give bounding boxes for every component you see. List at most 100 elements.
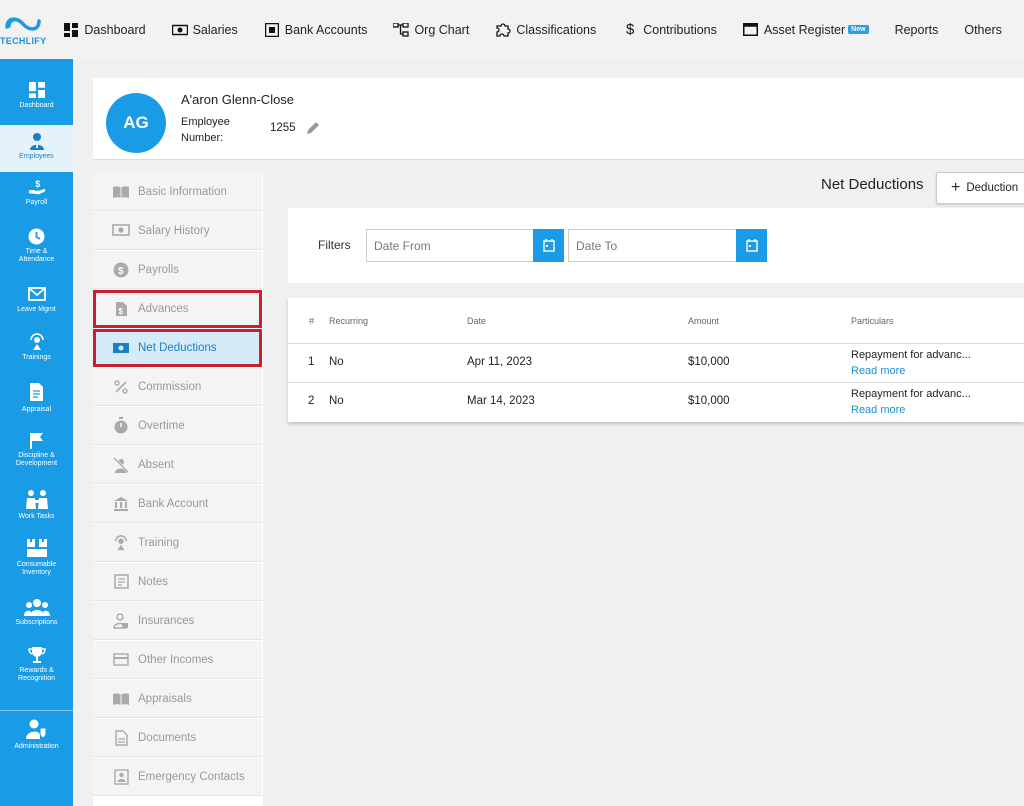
cell-date: Apr 11, 2023 bbox=[467, 356, 533, 368]
submenu-item-commission[interactable]: Commission bbox=[93, 368, 262, 406]
sidebar-item-administration[interactable]: Administration bbox=[0, 718, 73, 751]
edit-pencil-icon[interactable] bbox=[305, 120, 321, 136]
sidebar-item-consumable-inventory[interactable]: Consumable Inventory bbox=[0, 538, 73, 577]
window-icon bbox=[743, 23, 759, 37]
table-row: 1 No Apr 11, 2023 $10,000 Repayment for … bbox=[288, 343, 1024, 382]
submenu-item-overtime[interactable]: Overtime bbox=[93, 407, 262, 445]
document-icon bbox=[112, 729, 130, 746]
contact-icon bbox=[112, 768, 130, 785]
bank-account-icon bbox=[264, 22, 280, 37]
sidebar-label: Time & Attendance bbox=[18, 248, 55, 263]
document-icon bbox=[28, 381, 46, 403]
sidebar-item-dashboard[interactable]: Dashboard bbox=[0, 81, 73, 110]
plus-icon: + bbox=[951, 179, 961, 196]
team-icon bbox=[24, 488, 50, 510]
notes-icon bbox=[112, 574, 130, 590]
new-badge: New bbox=[848, 25, 869, 34]
topnav-label: Asset Register bbox=[763, 22, 846, 37]
date-from-calendar-button[interactable] bbox=[533, 229, 564, 262]
column-header-recurring: Recurring bbox=[329, 316, 369, 326]
sidebar-label: Subscriptions bbox=[15, 619, 58, 626]
submenu-item-net-deductions[interactable]: Net Deductions bbox=[93, 329, 262, 367]
topnav-label: Classifications bbox=[516, 22, 597, 37]
group-icon bbox=[23, 598, 50, 616]
submenu-item-payrolls[interactable]: $ Payrolls bbox=[93, 251, 262, 289]
topnav-bank-accounts[interactable]: Bank Accounts bbox=[264, 22, 367, 37]
cell-number: 2 bbox=[308, 395, 315, 407]
submenu-item-other-incomes[interactable]: Other Incomes bbox=[93, 641, 262, 679]
top-nav-menu: Dashboard Salaries Bank Accounts Org Cha… bbox=[63, 0, 1024, 59]
submenu-label: Emergency Contacts bbox=[138, 770, 245, 783]
clock-icon bbox=[28, 227, 46, 245]
submenu-label: Training bbox=[138, 536, 180, 549]
person-off-icon bbox=[112, 456, 130, 473]
techlify-logo[interactable]: TECHLIFY bbox=[0, 0, 46, 59]
topnav-dashboard[interactable]: Dashboard bbox=[63, 22, 146, 37]
svg-text:$: $ bbox=[118, 266, 124, 277]
date-to-input[interactable]: Date To bbox=[568, 229, 736, 262]
submenu-item-salary-history[interactable]: Salary History bbox=[93, 212, 262, 250]
submenu-item-bank-account[interactable]: Bank Account bbox=[93, 485, 262, 523]
topnav-label: Org Chart bbox=[414, 22, 470, 37]
dollar-circle-icon: $ bbox=[112, 262, 130, 278]
filters-label: Filters bbox=[318, 238, 351, 252]
submenu-label: Bank Account bbox=[138, 497, 209, 510]
submenu-item-emergency-contacts[interactable]: Emergency Contacts bbox=[93, 758, 262, 796]
sidebar-item-discipline-development[interactable]: Discipline & Development bbox=[0, 431, 73, 468]
employee-number: 1255 bbox=[270, 122, 296, 134]
topnav-classifications[interactable]: Classifications bbox=[495, 23, 596, 37]
sidebar-item-rewards-recognition[interactable]: Rewards & Recognition bbox=[0, 646, 73, 683]
cell-particulars: Repayment for advanc... Read more bbox=[851, 386, 971, 418]
employees-icon bbox=[28, 132, 46, 150]
read-more-link[interactable]: Read more bbox=[851, 363, 971, 379]
submenu-item-documents[interactable]: Documents bbox=[93, 719, 262, 757]
sidebar-item-subscriptions[interactable]: Subscriptions bbox=[0, 598, 73, 627]
sidebar-item-payroll[interactable]: $ Payroll bbox=[0, 178, 73, 207]
topnav-salaries[interactable]: Salaries bbox=[171, 23, 238, 37]
read-more-link[interactable]: Read more bbox=[851, 402, 971, 418]
sidebar-item-appraisal[interactable]: Appraisal bbox=[0, 381, 73, 414]
org-chart-icon bbox=[393, 22, 410, 37]
brand-name: TECHLIFY bbox=[0, 36, 47, 46]
submenu-item-appraisals[interactable]: Appraisals bbox=[93, 680, 262, 718]
submenu-item-basic-information[interactable]: Basic Information bbox=[93, 173, 262, 211]
sidebar-item-work-tasks[interactable]: Work Tasks bbox=[0, 488, 73, 521]
submenu-label: Other Incomes bbox=[138, 653, 214, 666]
payroll-icon: $ bbox=[28, 178, 46, 196]
submenu-label: Overtime bbox=[138, 419, 185, 432]
sidebar-item-leave-mgmt[interactable]: Leave Mgmt bbox=[0, 285, 73, 314]
bank-icon bbox=[112, 496, 130, 512]
date-to-calendar-button[interactable] bbox=[736, 229, 767, 262]
submenu-label: Documents bbox=[138, 731, 197, 744]
submenu-item-advances[interactable]: $ Advances bbox=[93, 290, 262, 328]
dollar-file-icon: $ bbox=[112, 301, 130, 317]
particulars-text: Repayment for advanc... bbox=[851, 349, 971, 361]
date-from-input[interactable]: Date From bbox=[366, 229, 533, 262]
topnav-contributions[interactable]: $ Contributions bbox=[622, 21, 717, 38]
topnav-label: Reports bbox=[894, 22, 939, 37]
card-icon bbox=[112, 652, 130, 668]
topnav-reports[interactable]: Reports bbox=[895, 23, 939, 37]
percent-icon bbox=[112, 379, 130, 395]
svg-text:$: $ bbox=[118, 307, 123, 316]
calendar-icon bbox=[542, 239, 555, 252]
submenu-item-training[interactable]: Training bbox=[93, 524, 262, 562]
add-deduction-button[interactable]: + Deduction bbox=[936, 172, 1024, 204]
sidebar-item-employees[interactable]: Employees bbox=[0, 125, 73, 172]
topnav-asset-register[interactable]: Asset Register New bbox=[743, 23, 869, 37]
submenu-item-insurances[interactable]: Insurances bbox=[93, 602, 262, 640]
topnav-others[interactable]: Others bbox=[964, 23, 1002, 37]
submenu-item-notes[interactable]: Notes bbox=[93, 563, 262, 601]
sidebar-label: Consumable Inventory bbox=[16, 561, 57, 576]
submenu-item-absent[interactable]: Absent bbox=[93, 446, 262, 484]
topnav-org-chart[interactable]: Org Chart bbox=[393, 22, 470, 37]
sidebar-item-time-attendance[interactable]: Time & Attendance bbox=[0, 227, 73, 264]
cell-amount: $10,000 bbox=[688, 395, 730, 407]
calendar-icon bbox=[745, 239, 758, 252]
stopwatch-icon bbox=[112, 417, 130, 434]
table-row: 2 No Mar 14, 2023 $10,000 Repayment for … bbox=[288, 382, 1024, 421]
filter-panel: Filters Date From Date To bbox=[288, 208, 1024, 283]
cell-recurring: No bbox=[329, 356, 344, 368]
puzzle-icon bbox=[495, 23, 511, 37]
sidebar-item-trainings[interactable]: Trainings bbox=[0, 333, 73, 362]
